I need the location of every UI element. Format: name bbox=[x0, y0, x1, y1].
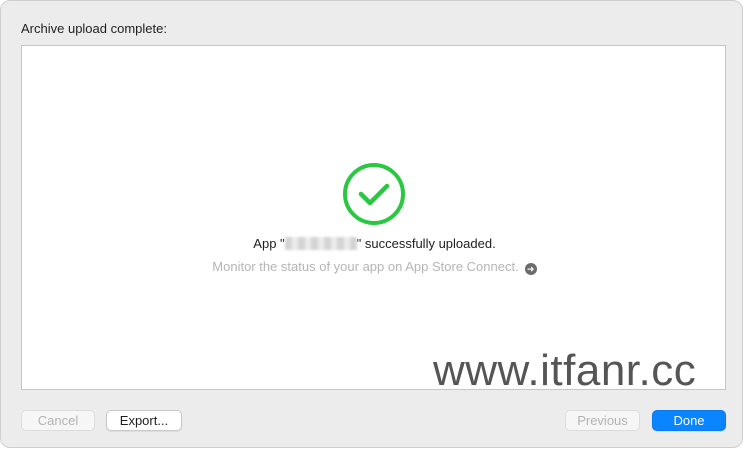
done-button[interactable]: Done bbox=[652, 410, 726, 431]
upload-result-panel: App " " successfully uploaded. Monitor th… bbox=[21, 45, 726, 390]
checkmark-circle-icon bbox=[343, 163, 405, 225]
cancel-button[interactable]: Cancel bbox=[21, 410, 95, 431]
watermark: www.itfanr.cc bbox=[433, 346, 697, 395]
redacted-app-name bbox=[284, 237, 357, 250]
arrow-right-circle-icon[interactable]: ➜ bbox=[524, 263, 537, 275]
monitor-status-link[interactable]: Monitor the status of your app on App St… bbox=[212, 259, 518, 274]
upload-complete-dialog: Archive upload complete: App " " successf… bbox=[0, 0, 743, 448]
message-suffix: " successfully uploaded. bbox=[356, 236, 496, 251]
export-button[interactable]: Export... bbox=[106, 410, 182, 431]
dialog-title: Archive upload complete: bbox=[21, 21, 167, 36]
upload-success-message: App " " successfully uploaded. bbox=[22, 236, 727, 251]
previous-button[interactable]: Previous bbox=[565, 410, 640, 431]
monitor-status-line[interactable]: Monitor the status of your app on App St… bbox=[22, 259, 727, 275]
message-prefix: App " bbox=[253, 236, 285, 251]
